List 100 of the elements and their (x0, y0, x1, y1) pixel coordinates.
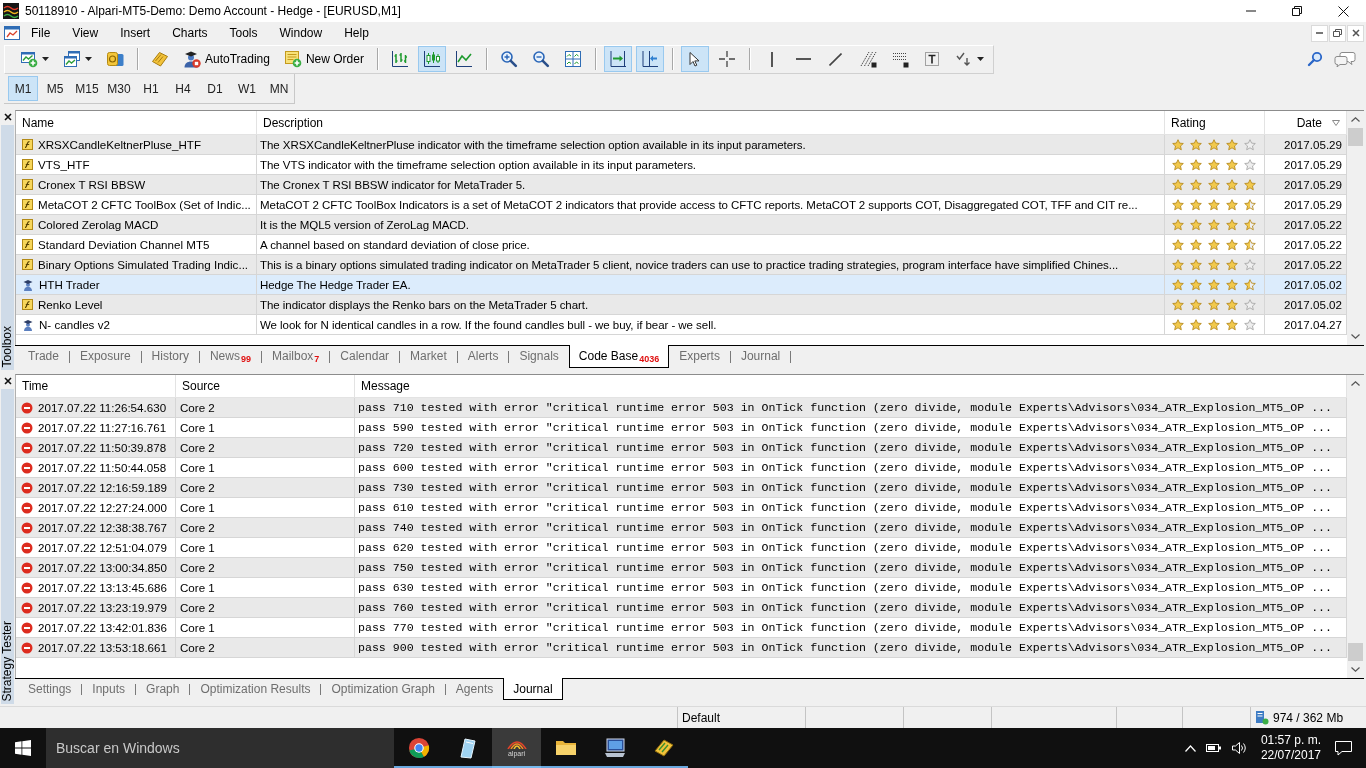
menu-item[interactable]: Insert (109, 23, 162, 43)
panel-tab[interactable]: Journal (503, 678, 563, 700)
log-row[interactable]: 2017.07.22 12:16:59.189 Core 2 pass 730 tested with error "critical runtime error 503 in OnTick function (zero divide, module Experts\Advisors\034_ATR_Explosion_MT5_OP ... (16, 478, 1347, 498)
log-source: Core 1 (180, 621, 215, 634)
panel-tab[interactable]: Exposure (69, 345, 141, 368)
timeframe-button[interactable]: M5 (40, 76, 70, 101)
timeframe-button[interactable]: M30 (104, 76, 134, 101)
table-row[interactable]: XRSXCandleKeltnerPluse_HTF The XRSXCandleKeltnerPluse indicator with the timeframe selection option available in its input parameters. 2017.05.29 (16, 135, 1347, 155)
toolbar-button[interactable] (635, 46, 664, 72)
vertical-line-icon (770, 51, 773, 67)
table-row[interactable]: Standard Deviation Channel MT5 A channel based on standard deviation of close price. 2017.05.22 (16, 235, 1347, 255)
panel-tab[interactable]: Settings (18, 678, 82, 700)
scrollbar[interactable] (1347, 111, 1364, 345)
panel-tab[interactable]: Market (400, 345, 457, 368)
table-row[interactable]: VTS_HTF The VTS indicator with the timeframe selection option available in its input parameters. 2017.05.29 (16, 155, 1347, 175)
item-date: 2017.05.29 (1283, 138, 1342, 151)
column-header[interactable]: Source (176, 375, 355, 397)
minimize-icon (1316, 32, 1323, 34)
item-date: 2017.05.22 (1283, 218, 1342, 231)
log-row[interactable]: 2017.07.22 11:50:39.878 Core 2 pass 720 tested with error "critical runtime error 503 in OnTick function (zero divide, module Experts\Advisors\034_ATR_Explosion_MT5_OP ... (16, 438, 1347, 458)
restore-button[interactable] (1329, 24, 1346, 42)
column-header[interactable]: Rating (1165, 111, 1265, 134)
log-row[interactable]: 2017.07.22 13:53:18.661 Core 2 pass 900 tested with error "critical runtime error 503 in OnTick function (zero divide, module Experts\Advisors\034_ATR_Explosion_MT5_OP ... (16, 638, 1347, 658)
log-row[interactable]: 2017.07.22 11:26:54.630 Core 2 pass 710 tested with error "critical runtime error 503 in OnTick function (zero divide, module Experts\Advisors\034_ATR_Explosion_MT5_OP ... (16, 398, 1347, 418)
table-row[interactable] (16, 255, 1347, 275)
panel-tab[interactable]: Experts (669, 345, 730, 368)
scrollbar-thumb[interactable] (1348, 643, 1363, 661)
panel-title: Toolbox (1, 325, 14, 367)
timeframe-button[interactable]: H4 (168, 76, 198, 101)
log-time: 2017.07.22 11:50:39.878 (38, 441, 167, 454)
panel-tab[interactable]: Inputs (82, 678, 136, 700)
toolbar-button[interactable] (417, 46, 446, 72)
scrollbar-thumb[interactable] (1348, 128, 1363, 146)
speech-bubble-icon[interactable] (1335, 740, 1352, 756)
item-description: We look for N identical candles in a row. If the found candles bull - we buy, if bear - we sell. (260, 318, 717, 331)
panel-tab[interactable]: Alerts (457, 345, 509, 368)
search-field[interactable]: Buscar en Windows (46, 728, 394, 768)
timeframe-button[interactable]: MN (264, 76, 294, 101)
chevron-up-icon[interactable] (1184, 744, 1196, 752)
timeframe-button[interactable]: W1 (232, 76, 262, 101)
log-row[interactable]: 2017.07.22 13:00:34.850 Core 2 pass 750 tested with error "critical runtime error 503 in OnTick function (zero divide, module Experts\Advisors\034_ATR_Explosion_MT5_OP ... (16, 558, 1347, 578)
log-row[interactable]: 2017.07.22 11:27:16.761 Core 1 pass 590 tested with error "critical runtime error 503 in OnTick function (zero divide, module Experts\Advisors\034_ATR_Explosion_MT5_OP ... (16, 418, 1347, 438)
toolbar-button[interactable]: New Order (278, 46, 369, 72)
toolbar-button[interactable] (603, 46, 632, 72)
speaker-icon[interactable] (1231, 742, 1247, 754)
battery-icon[interactable] (1205, 744, 1222, 752)
table-row[interactable]: Cronex T RSI BBSW The Cronex T RSI BBSW indicator for MetaTrader 5. 2017.05.29 (16, 175, 1347, 195)
log-message: pass 760 tested with error "critical runtime error 503 in OnTick function (zero divide, module Experts\Advisors\034_ATR_Explosion_MT5_OP ... (358, 601, 1333, 614)
panel-tab[interactable]: Optimization Graph (321, 678, 445, 700)
table-row[interactable] (16, 195, 1347, 215)
table-row[interactable]: Colored Zerolag MACD It is the MQL5 version of ZeroLag MACD. 2017.05.22 (16, 215, 1347, 235)
menu-item[interactable]: File (20, 23, 62, 43)
table-row[interactable]: Renko Level The indicator displays the Renko bars on the MetaTrader 5 chart. 2017.05.02 (16, 295, 1347, 315)
log-row[interactable]: 2017.07.22 12:51:04.079 Core 1 pass 620 tested with error "critical runtime error 503 in OnTick function (zero divide, module Experts\Advisors\034_ATR_Explosion_MT5_OP ... (16, 538, 1347, 558)
menu-item[interactable]: Window (268, 23, 334, 43)
scrollbar[interactable] (1347, 375, 1364, 678)
panel-tab[interactable]: Trade (18, 345, 69, 368)
minimize-button[interactable] (1311, 24, 1328, 42)
log-row[interactable]: 2017.07.22 13:42:01.836 Core 1 pass 770 tested with error "critical runtime error 503 in OnTick function (zero divide, module Experts\Advisors\034_ATR_Explosion_MT5_OP ... (16, 618, 1347, 638)
panel-tab[interactable]: Agents (445, 678, 504, 700)
star-icon (1244, 298, 1256, 311)
log-row[interactable]: 2017.07.22 11:50:44.058 Core 1 pass 600 tested with error "critical runtime error 503 in OnTick function (zero divide, module Experts\Advisors\034_ATR_Explosion_MT5_OP ... (16, 458, 1347, 478)
log-row[interactable]: 2017.07.22 13:23:19.979 Core 2 pass 760 tested with error "critical runtime error 503 in OnTick function (zero divide, module Experts\Advisors\034_ATR_Explosion_MT5_OP ... (16, 598, 1347, 618)
menu-item[interactable]: Tools (218, 23, 269, 43)
table-row[interactable]: N- candles v2 We look for N identical candles in a row. If the found candles bull - we buy, if bear - we sell. 2017.04.27 (16, 315, 1347, 335)
memory-usage: 974 / 362 Mb (1273, 710, 1344, 725)
search-icon (1307, 51, 1323, 67)
log-source: Core 1 (180, 501, 215, 514)
panel-tab[interactable]: Journal (730, 345, 791, 368)
timeframe-button[interactable]: M15 (72, 76, 102, 101)
panel-tab[interactable]: Graph (136, 678, 190, 700)
close-button[interactable] (1347, 24, 1364, 42)
column-header[interactable]: Description (257, 111, 1165, 134)
column-header[interactable]: Name (16, 111, 257, 134)
panel-tab[interactable]: Calendar (330, 345, 400, 368)
timeframe-button[interactable]: D1 (200, 76, 230, 101)
table-row[interactable]: HTH Trader Hedge The Hedge Trader EA. 2017.05.02 (16, 275, 1347, 295)
menu-item[interactable]: Charts (161, 23, 219, 43)
log-source: Core 2 (180, 601, 215, 614)
log-time: 2017.07.22 11:50:44.058 (38, 461, 167, 474)
log-row[interactable]: 2017.07.22 13:13:45.686 Core 1 pass 630 tested with error "critical runtime error 503 in OnTick function (zero divide, module Experts\Advisors\034_ATR_Explosion_MT5_OP ... (16, 578, 1347, 598)
panel-tab[interactable]: Signals (509, 345, 569, 368)
panel-tab[interactable]: Optimization Results (190, 678, 321, 700)
clock[interactable]: 01:57 p. m. 22/07/2017 (1256, 733, 1325, 763)
chevron-up-icon (1351, 117, 1360, 122)
chevron-down-icon (1351, 334, 1360, 339)
glass-panel-icon (459, 737, 476, 759)
error-icon (21, 601, 33, 614)
log-time: 2017.07.22 13:42:01.836 (38, 621, 167, 634)
log-row[interactable]: 2017.07.22 12:27:24.000 Core 1 pass 610 tested with error "critical runtime error 503 in OnTick function (zero divide, module Experts\Advisors\034_ATR_Explosion_MT5_OP ... (16, 498, 1347, 518)
column-header[interactable]: Time (16, 375, 176, 397)
menu-item[interactable]: Help (333, 23, 380, 43)
timeframe-button[interactable]: M1 (8, 76, 38, 101)
timeframe-button[interactable]: H1 (136, 76, 166, 101)
panel-tab[interactable]: History (141, 345, 199, 368)
menu-item[interactable]: View (61, 23, 110, 43)
squiggle-tile-icon (22, 139, 33, 150)
log-row[interactable]: 2017.07.22 12:38:38.767 Core 2 pass 740 tested with error "critical runtime error 503 in OnTick function (zero divide, module Experts\Advisors\034_ATR_Explosion_MT5_OP ... (16, 518, 1347, 538)
toolbar-button[interactable]: AutoTrading (178, 46, 275, 72)
log-source: Core 2 (180, 561, 215, 574)
